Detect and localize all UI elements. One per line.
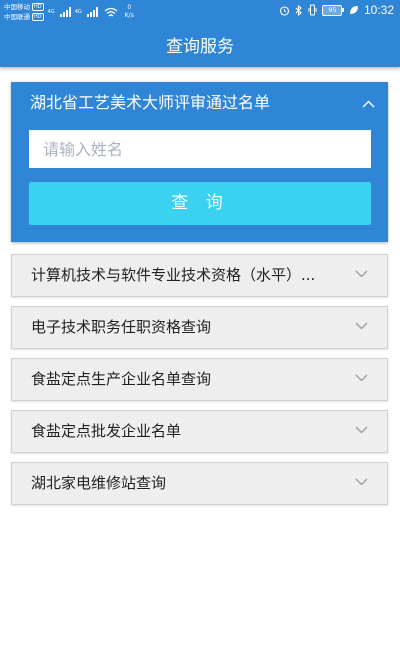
- panel-salt-wholesale-list[interactable]: 食盐定点批发企业名单: [11, 410, 388, 453]
- carrier-2-name: 中国联通: [4, 13, 30, 21]
- network-type-1: 4G: [47, 9, 55, 15]
- carrier-1-name: 中国移动: [4, 3, 30, 11]
- speed-value: 0: [127, 4, 132, 11]
- query-button[interactable]: 查 询: [29, 182, 371, 225]
- speed-unit: K/s: [124, 12, 134, 19]
- carrier-info: 中国移动 HD 中国联通 HD: [4, 2, 44, 22]
- chevron-down-icon: [355, 478, 368, 486]
- page-title: 查询服务: [166, 37, 234, 57]
- network-speed: 0 K/s: [125, 4, 134, 20]
- network-type-2: 4G: [74, 9, 82, 15]
- alarm-icon: [280, 5, 290, 16]
- status-bar: 中国移动 HD 中国联通 HD 4G 4G 0 K/s 95 10:32: [0, 0, 400, 27]
- panel-label: 食盐定点批发企业名单: [31, 422, 182, 440]
- panel-salt-production-query[interactable]: 食盐定点生产企业名单查询: [11, 358, 388, 401]
- panel-label: 计算机技术与软件专业技术资格（水平）...: [31, 266, 316, 284]
- leaf-icon: [349, 6, 358, 14]
- battery-level: 95: [322, 4, 343, 16]
- signal-2-icon: [86, 7, 98, 17]
- chevron-down-icon: [355, 426, 368, 434]
- chevron-down-icon: [355, 322, 368, 330]
- wifi-icon: [104, 7, 118, 16]
- panel-label: 电子技术职务任职资格查询: [31, 318, 212, 336]
- chevron-up-icon[interactable]: [362, 100, 375, 108]
- battery-icon: 95: [322, 4, 344, 16]
- expanded-panel-title[interactable]: 湖北省工艺美术大师评审通过名单: [30, 92, 270, 114]
- panel-software-qualification[interactable]: 计算机技术与软件专业技术资格（水平）...: [11, 254, 388, 297]
- status-left: 中国移动 HD 中国联通 HD 4G 4G 0 K/s: [4, 2, 134, 22]
- bluetooth-icon: [296, 4, 303, 16]
- app-header: 查询服务: [0, 27, 400, 67]
- chevron-down-icon: [355, 270, 368, 278]
- panel-appliance-repair-query[interactable]: 湖北家电维修站查询: [11, 462, 388, 505]
- expanded-panel: 湖北省工艺美术大师评审通过名单 查 询: [11, 82, 388, 242]
- status-right: 95 10:32: [279, 3, 394, 17]
- signal-1-icon: [59, 7, 71, 17]
- panel-electronic-title-query[interactable]: 电子技术职务任职资格查询: [11, 306, 388, 349]
- name-input[interactable]: [29, 130, 371, 168]
- panel-label: 湖北家电维修站查询: [31, 474, 167, 492]
- chevron-down-icon: [355, 374, 368, 382]
- carrier-1-hd-badge: HD: [32, 3, 44, 11]
- status-time: 10:32: [363, 3, 394, 17]
- vibrate-icon: [308, 4, 317, 16]
- carrier-2-hd-badge: HD: [32, 13, 44, 21]
- panel-label: 食盐定点生产企业名单查询: [31, 370, 212, 388]
